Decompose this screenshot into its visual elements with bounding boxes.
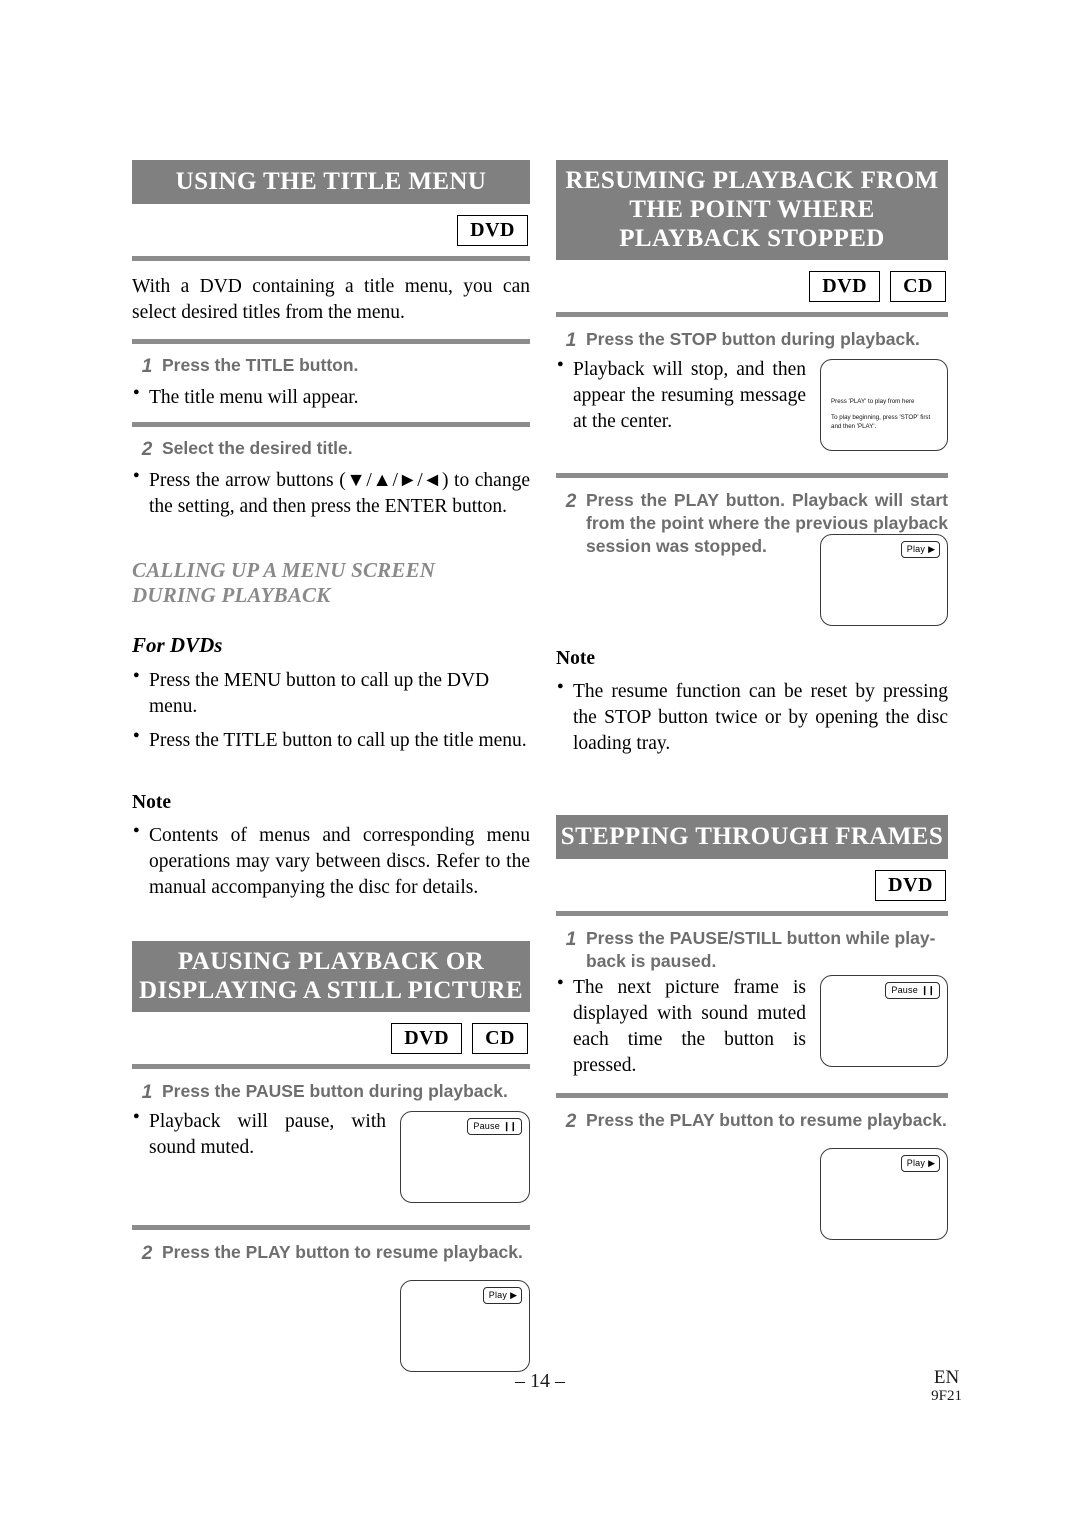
step-instruction: Select the desired title. [162, 437, 353, 458]
step-1-resuming: 1 Press the STOP button during playback. [556, 328, 948, 353]
subsection-calling-up-menu: CALLING UP A MENU SCREEN DURING PLAYBACK… [132, 558, 530, 754]
section-pausing-playback: PAUSING PLAYBACK OR DISPLAYING A STILL P… [132, 940, 530, 1373]
step-1-stepping: 1 Press the PAUSE/STILL button while pla… [556, 927, 948, 973]
section-heading-pausing-playback: PAUSING PLAYBACK OR DISPLAYING A STILL P… [132, 940, 530, 1012]
disc-badge-row-pausing: DVD CD [132, 1022, 530, 1054]
note-label: Note [556, 648, 595, 670]
osd-label: Play [906, 544, 926, 555]
section-heading-stepping-frames: STEPPING THROUGH FRAMES [556, 815, 948, 860]
page-number-footer: – 14 – [515, 1370, 565, 1392]
disc-badge-cd: CD [472, 1022, 528, 1054]
step-1-bullet: The next picture frame is displayed with… [556, 975, 948, 1079]
manual-page: USING THE TITLE MENU DVD With a DVD cont… [0, 0, 1080, 1528]
step-1-bullet: The title menu will appear. [132, 385, 530, 411]
step-number: 1 [565, 929, 577, 951]
play-icon: ▶ [510, 1290, 517, 1301]
subsection-heading-line2: DURING PLAYBACK [132, 582, 331, 607]
disc-badge-row-title-menu: DVD [132, 215, 530, 246]
step-rule [556, 1093, 948, 1098]
language-code: EN [933, 1367, 960, 1388]
right-column: RESUMING PLAYBACK FROM THE POINT WHERE P… [556, 160, 948, 1241]
disc-badge-row-stepping: DVD [556, 870, 948, 902]
section-resuming-playback: RESUMING PLAYBACK FROM THE POINT WHERE P… [556, 160, 948, 627]
section-heading-line2: DISPLAYING A STILL PICTURE [139, 976, 523, 1004]
osd-label: Play [906, 1158, 926, 1169]
intro-paragraph: With a DVD containing a title menu, you … [132, 276, 530, 323]
step-rule [132, 421, 530, 427]
step-number: 1 [141, 355, 153, 377]
section-heading-line1: RESUMING PLAYBACK FROM [565, 167, 939, 194]
osd-badge-play: Play ▶ [900, 1155, 940, 1173]
step-instruction: Press the PAUSE button during playback. [162, 1080, 508, 1101]
step-1-pausing: 1 Press the PAUSE button during playback… [132, 1080, 530, 1105]
step-1-bullet: Playback will stop, and then appear the … [556, 357, 948, 435]
section-rule [132, 256, 530, 261]
note-block-title-menu: Note Contents of menus and corresponding… [132, 792, 530, 901]
note-bullet: The resume function can be reset by pres… [556, 679, 948, 757]
section-heading-using-title-menu: USING THE TITLE MENU [132, 160, 530, 204]
step-instruction: Press the PLAY button to resume playback… [586, 1110, 947, 1130]
disc-badge-dvd: DVD [809, 271, 881, 302]
step-instruction: Press the PAUSE/STILL button while play-… [586, 928, 936, 972]
tv-screen-play: Play ▶ [820, 534, 948, 627]
disc-badge-row-resuming: DVD CD [556, 271, 948, 302]
osd-badge-play: Play ▶ [900, 541, 940, 559]
section-heading-line3: PLAYBACK STOPPED [619, 225, 885, 252]
note-bullet: Contents of menus and corresponding menu… [132, 823, 530, 901]
step-rule [556, 473, 948, 479]
subsection-heading-line1: CALLING UP A MENU SCREEN [132, 557, 436, 582]
document-code: 9F21 [931, 1387, 962, 1404]
subsection-subheading: For DVDs [132, 633, 223, 658]
disc-badge-dvd: DVD [875, 870, 946, 902]
footer-right-block: EN 9F21 [931, 1368, 962, 1405]
section-stepping-frames: STEPPING THROUGH FRAMES DVD 1 Press the … [556, 815, 948, 1241]
step-2-title-menu: 2 Select the desired title. [132, 437, 530, 462]
osd-badge-play: Play ▶ [482, 1287, 522, 1305]
section-using-title-menu: USING THE TITLE MENU DVD With a DVD cont… [132, 160, 530, 520]
osd-label: Play [488, 1290, 508, 1301]
tv-screen-play: Play ▶ [820, 1148, 948, 1241]
step-rule [132, 338, 530, 344]
tv-screen-play: Play ▶ [400, 1280, 530, 1373]
disc-badge-cd: CD [890, 271, 946, 302]
section-rule [556, 911, 948, 917]
step-number: 2 [141, 1242, 153, 1264]
section-heading-resuming-playback: RESUMING PLAYBACK FROM THE POINT WHERE P… [556, 160, 948, 260]
step-number: 1 [565, 330, 577, 351]
disc-badge-dvd: DVD [457, 215, 528, 246]
step-2-stepping: 2 Press the PLAY button to resume playba… [556, 1109, 948, 1134]
step-1-bullet: Playback will pause, with sound muted. [132, 1109, 530, 1161]
step-2-bullet: Press the arrow buttons (▼/▲/►/◄) to cha… [132, 468, 530, 520]
note-block-resuming: Note The resume function can be reset by… [556, 648, 948, 757]
left-column: USING THE TITLE MENU DVD With a DVD cont… [132, 160, 530, 1373]
step-rule [132, 1224, 530, 1230]
step-2-pausing: 2 Press the PLAY button to resume playba… [132, 1241, 530, 1266]
step-1-title-menu: 1 Press the TITLE button. [132, 354, 530, 379]
step-instruction: Press the PLAY button to resume playback… [162, 1241, 523, 1262]
section-heading-line1: PAUSING PLAYBACK OR [177, 947, 485, 975]
play-icon: ▶ [928, 544, 935, 555]
step-number: 2 [141, 438, 153, 460]
disc-badge-dvd: DVD [391, 1022, 463, 1054]
play-icon: ▶ [928, 1158, 935, 1169]
calling-up-bullet-title: Press the TITLE button to call up the ti… [132, 728, 530, 754]
section-heading-line2: THE POINT WHERE [629, 196, 875, 223]
step-number: 2 [565, 491, 577, 513]
note-label: Note [132, 792, 171, 814]
step-number: 2 [565, 1111, 577, 1132]
step-number: 1 [141, 1081, 153, 1103]
section-rule [132, 1063, 530, 1069]
step-instruction: Press the TITLE button. [162, 354, 359, 375]
step-instruction: Press the STOP button during playback. [586, 329, 920, 349]
section-rule [556, 312, 948, 317]
calling-up-bullet-menu: Press the MENU button to call up the DVD… [132, 668, 530, 720]
